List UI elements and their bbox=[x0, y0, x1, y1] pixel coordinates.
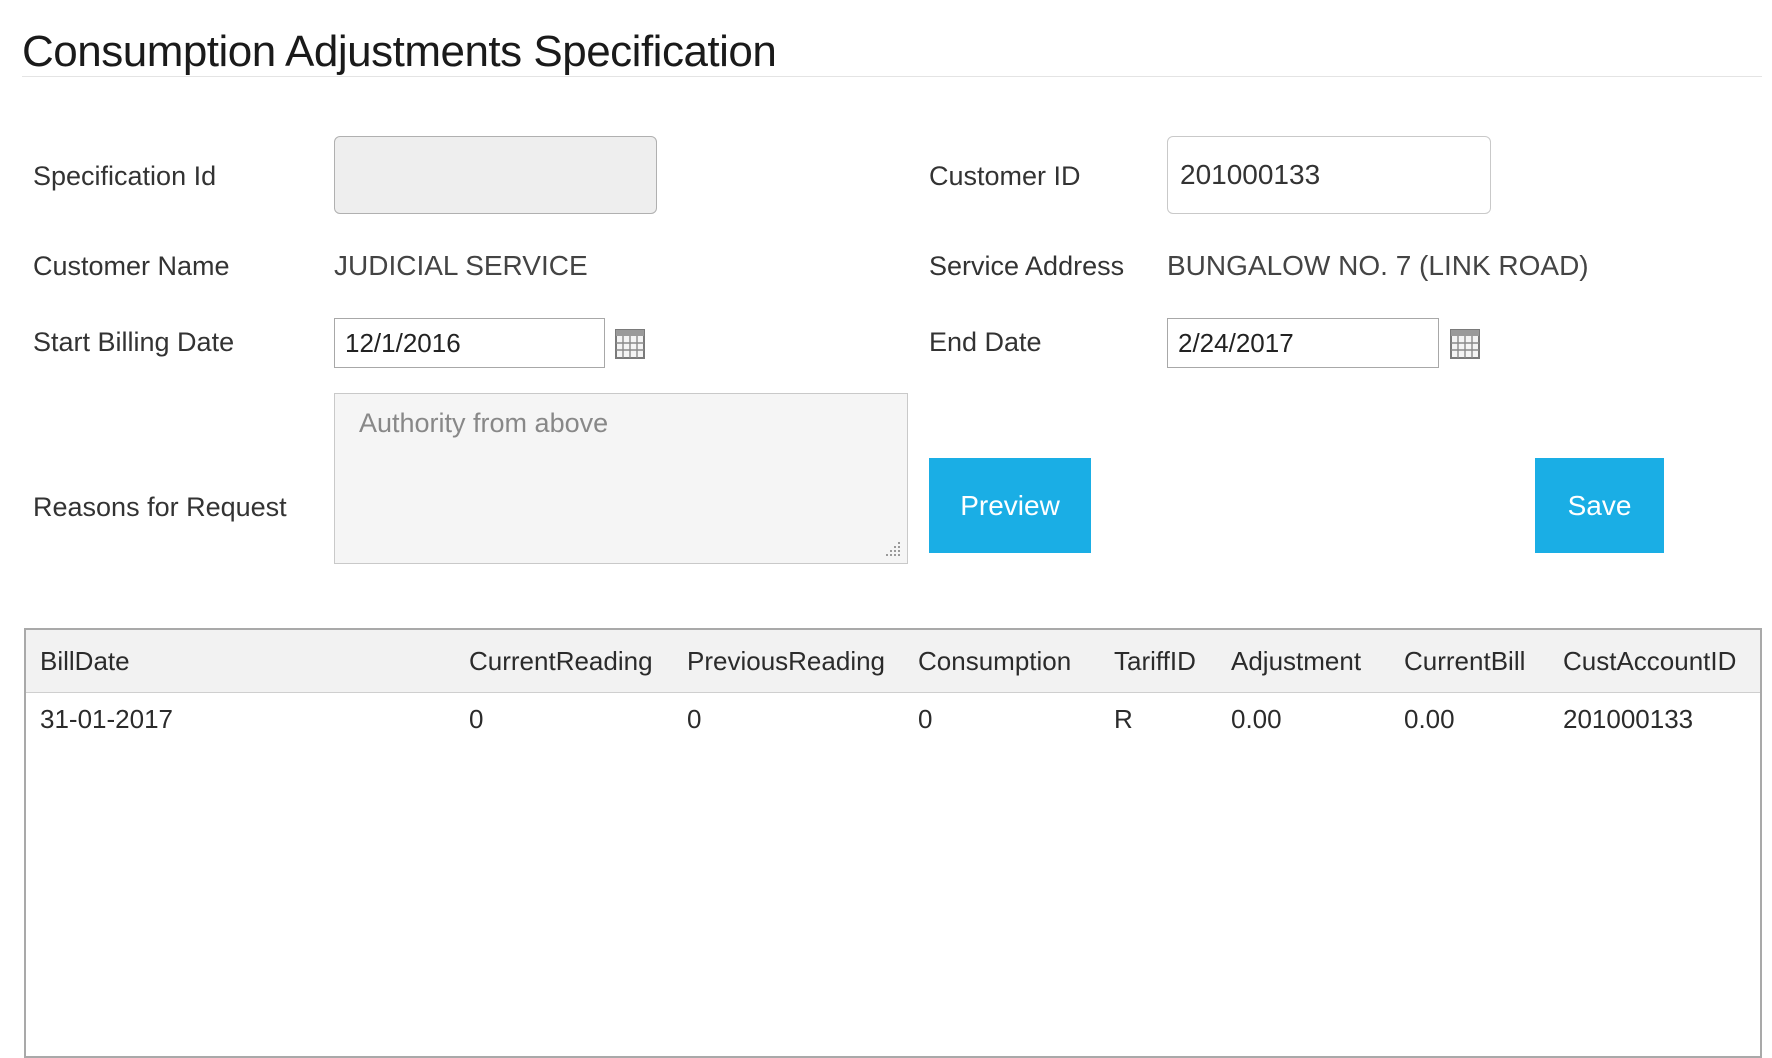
cell-billdate: 31-01-2017 bbox=[40, 704, 173, 734]
cell-currentreading: 0 bbox=[469, 704, 484, 734]
title-divider bbox=[22, 76, 1762, 77]
column-header-currentbill[interactable]: CurrentBill bbox=[1404, 644, 1525, 678]
column-header-currentreading[interactable]: CurrentReading bbox=[469, 644, 653, 678]
column-header-tariffid[interactable]: TariffID bbox=[1114, 644, 1196, 678]
customer-name-label: Customer Name bbox=[33, 251, 230, 281]
start-billing-date-label: Start Billing Date bbox=[33, 327, 235, 357]
specification-id-label: Specification Id bbox=[33, 161, 217, 191]
table-row[interactable]: 31-01-2017 0 0 0 R 0.00 0.00 201000133 bbox=[26, 693, 1760, 753]
save-button[interactable]: Save bbox=[1535, 458, 1664, 553]
cell-adjustment: 0.00 bbox=[1231, 704, 1282, 734]
customer-id-label: Customer ID bbox=[929, 161, 1081, 191]
column-header-consumption[interactable]: Consumption bbox=[918, 644, 1071, 678]
service-address-label: Service Address bbox=[929, 251, 1125, 281]
column-header-billdate[interactable]: BillDate bbox=[40, 644, 130, 678]
customer-id-field[interactable] bbox=[1167, 136, 1491, 214]
grid-header: BillDate CurrentReading PreviousReading … bbox=[26, 630, 1760, 693]
results-grid: BillDate CurrentReading PreviousReading … bbox=[24, 628, 1762, 1058]
column-header-custaccountid[interactable]: CustAccountID bbox=[1563, 644, 1736, 678]
cell-previousreading: 0 bbox=[687, 704, 702, 734]
cell-tariffid: R bbox=[1114, 704, 1133, 734]
customer-name-value: JUDICIAL SERVICE bbox=[334, 250, 588, 281]
column-header-previousreading[interactable]: PreviousReading bbox=[687, 644, 885, 678]
end-date-field[interactable] bbox=[1167, 318, 1439, 368]
calendar-icon[interactable] bbox=[1450, 329, 1480, 359]
calendar-icon[interactable] bbox=[615, 329, 645, 359]
service-address-value: BUNGALOW NO. 7 (LINK ROAD) bbox=[1167, 250, 1589, 281]
resize-handle-icon[interactable] bbox=[884, 540, 902, 558]
reasons-textarea[interactable]: Authority from above bbox=[334, 393, 908, 564]
start-billing-date-field[interactable] bbox=[334, 318, 605, 368]
column-header-adjustment[interactable]: Adjustment bbox=[1231, 644, 1361, 678]
specification-id-field[interactable] bbox=[334, 136, 657, 214]
cell-currentbill: 0.00 bbox=[1404, 704, 1455, 734]
cell-consumption: 0 bbox=[918, 704, 933, 734]
cell-custaccountid: 201000133 bbox=[1563, 704, 1694, 734]
preview-button[interactable]: Preview bbox=[929, 458, 1091, 553]
end-date-label: End Date bbox=[929, 327, 1042, 357]
reasons-label: Reasons for Request bbox=[33, 492, 287, 522]
page-title: Consumption Adjustments Specification bbox=[22, 27, 777, 76]
